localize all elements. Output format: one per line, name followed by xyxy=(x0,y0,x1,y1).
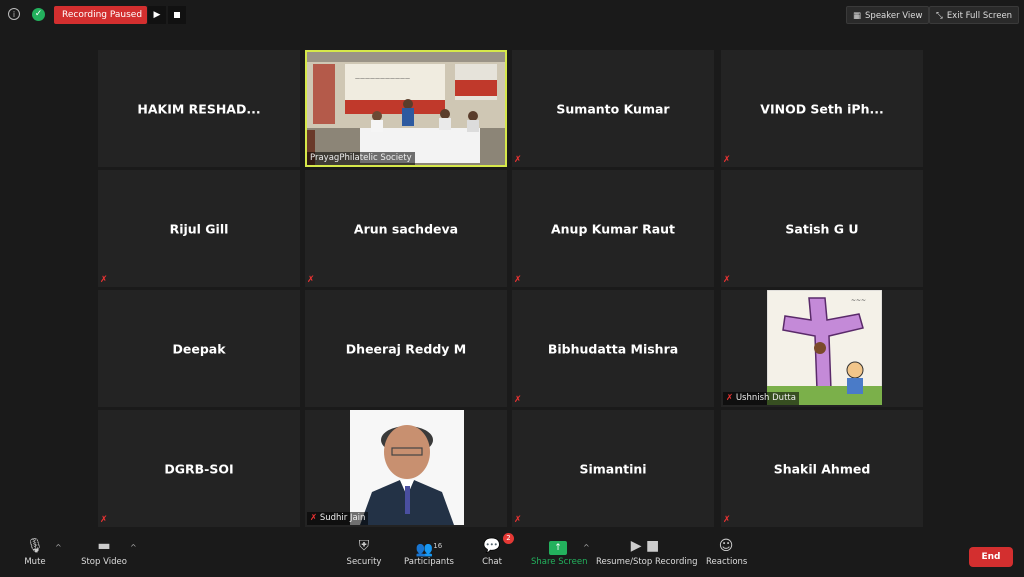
participant-name: Rijul Gill xyxy=(169,221,229,236)
participant-name-label: ✗ Sudhir Jain xyxy=(307,512,369,525)
meeting-toolbar: 🎙 Mute ^ ▬ Stop Video ^ ⛨ Security 👥16 P… xyxy=(0,531,1024,577)
exit-full-screen-label: Exit Full Screen xyxy=(946,11,1013,21)
participants-count: 16 xyxy=(433,542,443,550)
participant-name: Anup Kumar Raut xyxy=(550,221,676,236)
muted-mic-icon: ✗ xyxy=(514,155,522,165)
mute-label: Mute xyxy=(24,557,46,567)
participant-tile[interactable]: DGRB-SOI ✗ xyxy=(98,410,300,527)
speaker-view-icon: ▦ xyxy=(853,11,862,21)
muted-mic-icon: ✗ xyxy=(307,275,315,285)
recording-status-badge: Recording Paused xyxy=(54,6,147,24)
svg-text:———————————: ——————————— xyxy=(355,76,410,82)
muted-mic-icon: ✗ xyxy=(100,275,108,285)
security-button[interactable]: ⛨ Security xyxy=(346,537,382,567)
participants-label: Participants xyxy=(404,557,454,567)
top-bar: i ✓ Recording Paused ▶ ▦ Speaker View ⤡ Ex… xyxy=(0,0,1024,30)
participant-tile[interactable]: Simantini ✗ xyxy=(512,410,714,527)
reactions-label: Reactions xyxy=(706,557,748,567)
speaker-view-label: Speaker View xyxy=(865,11,923,21)
stop-video-button[interactable]: ▬ Stop Video xyxy=(80,537,128,567)
share-screen-label: Share Screen xyxy=(531,557,588,567)
security-shield-icon: ⛨ xyxy=(358,538,370,554)
resume-recording-button[interactable]: ▶ xyxy=(148,6,166,24)
share-options-chevron-icon[interactable]: ^ xyxy=(583,543,590,552)
muted-mic-icon: ✗ xyxy=(723,155,731,165)
svg-text:~~~: ~~~ xyxy=(851,297,866,304)
exit-full-screen-icon: ⤡ xyxy=(936,11,943,21)
microphone-icon: 🎙 xyxy=(26,538,44,554)
participant-name: Ushnish Dutta xyxy=(735,393,796,403)
exit-full-screen-button[interactable]: ⤡ Exit Full Screen xyxy=(929,6,1020,24)
chat-bubble-icon: 💬 2 xyxy=(478,533,514,555)
participant-tile[interactable]: Deepak xyxy=(98,290,300,407)
participant-name: HAKIM RESHAD... xyxy=(137,101,261,116)
muted-mic-icon: ✗ xyxy=(726,393,736,403)
participant-name: Dheeraj Reddy M xyxy=(345,341,467,356)
share-screen-button[interactable]: ↑ Share Screen xyxy=(531,537,588,567)
muted-mic-icon: ✗ xyxy=(723,515,731,525)
security-label: Security xyxy=(346,557,382,567)
participant-tile[interactable]: Arun sachdeva ✗ xyxy=(305,170,507,287)
participant-tile[interactable]: Satish G U ✗ xyxy=(721,170,923,287)
mute-button[interactable]: 🎙 Mute xyxy=(20,537,50,567)
resume-stop-recording-button[interactable]: ▶ ■ Resume/Stop Recording xyxy=(596,537,698,567)
end-meeting-button[interactable]: End xyxy=(969,547,1013,567)
participant-tile[interactable]: VINOD Seth iPh... ✗ xyxy=(721,50,923,167)
stop-video-label: Stop Video xyxy=(81,557,127,567)
participant-name: Arun sachdeva xyxy=(353,221,459,236)
encryption-shield-icon[interactable]: ✓ xyxy=(32,8,45,21)
participant-tile[interactable]: HAKIM RESHAD... xyxy=(98,50,300,167)
participant-name: Satish G U xyxy=(785,221,859,236)
participant-name: Bibhudatta Mishra xyxy=(547,341,679,356)
chat-unread-badge: 2 xyxy=(503,533,514,544)
participant-name-label: ✗ Ushnish Dutta xyxy=(723,392,799,405)
participant-tile-active-speaker[interactable]: ——————————— PrayagPhilatelic Society xyxy=(305,50,507,167)
participant-name: DGRB-SOI xyxy=(164,461,234,476)
audio-options-chevron-icon[interactable]: ^ xyxy=(55,543,62,552)
video-camera-icon: ▬ xyxy=(97,538,111,554)
participant-tile[interactable]: Bibhudatta Mishra ✗ xyxy=(512,290,714,407)
video-options-chevron-icon[interactable]: ^ xyxy=(130,543,137,552)
muted-mic-icon: ✗ xyxy=(514,515,522,525)
participant-tile[interactable]: Shakil Ahmed ✗ xyxy=(721,410,923,527)
portrait-video-feed xyxy=(350,410,464,525)
cartoon-video-feed: ~~~ xyxy=(767,290,882,405)
participant-name: Sumanto Kumar xyxy=(556,101,670,116)
participant-name: Deepak xyxy=(172,341,226,356)
participant-tile[interactable]: Sumanto Kumar ✗ xyxy=(512,50,714,167)
conference-room-video: ——————————— xyxy=(305,50,507,167)
participants-button[interactable]: 👥16 Participants xyxy=(404,537,454,567)
muted-mic-icon: ✗ xyxy=(310,513,320,523)
participant-name: Simantini xyxy=(579,461,647,476)
meeting-info-icon[interactable]: i xyxy=(8,8,20,20)
muted-mic-icon: ✗ xyxy=(514,395,522,405)
participant-tile[interactable]: ✗ Sudhir Jain xyxy=(305,410,507,527)
chat-label: Chat xyxy=(482,557,502,567)
share-screen-icon: ↑ xyxy=(531,537,585,555)
participant-tile[interactable]: Dheeraj Reddy M xyxy=(305,290,507,407)
smiley-plus-icon: ☺ xyxy=(718,538,734,554)
muted-mic-icon: ✗ xyxy=(723,275,731,285)
chat-button[interactable]: 💬 2 Chat xyxy=(478,533,514,567)
participant-name-label: PrayagPhilatelic Society xyxy=(307,152,415,165)
muted-mic-icon: ✗ xyxy=(100,515,108,525)
participant-name: Shakil Ahmed xyxy=(773,461,871,476)
reactions-button[interactable]: ☺ Reactions xyxy=(706,537,748,567)
participants-icon: 👥16 xyxy=(415,541,443,558)
participant-tile[interactable]: ~~~ ✗ Ushnish Dutta xyxy=(721,290,923,407)
play-stop-icon: ▶ ■ xyxy=(630,538,660,554)
muted-mic-icon: ✗ xyxy=(514,275,522,285)
participant-tile[interactable]: Anup Kumar Raut ✗ xyxy=(512,170,714,287)
participant-name: Sudhir Jain xyxy=(319,513,366,523)
participant-name: VINOD Seth iPh... xyxy=(760,101,884,116)
speaker-view-button[interactable]: ▦ Speaker View xyxy=(846,6,930,24)
participant-tile[interactable]: Rijul Gill ✗ xyxy=(98,170,300,287)
recording-label: Resume/Stop Recording xyxy=(596,557,698,567)
stop-recording-button[interactable] xyxy=(168,6,186,24)
